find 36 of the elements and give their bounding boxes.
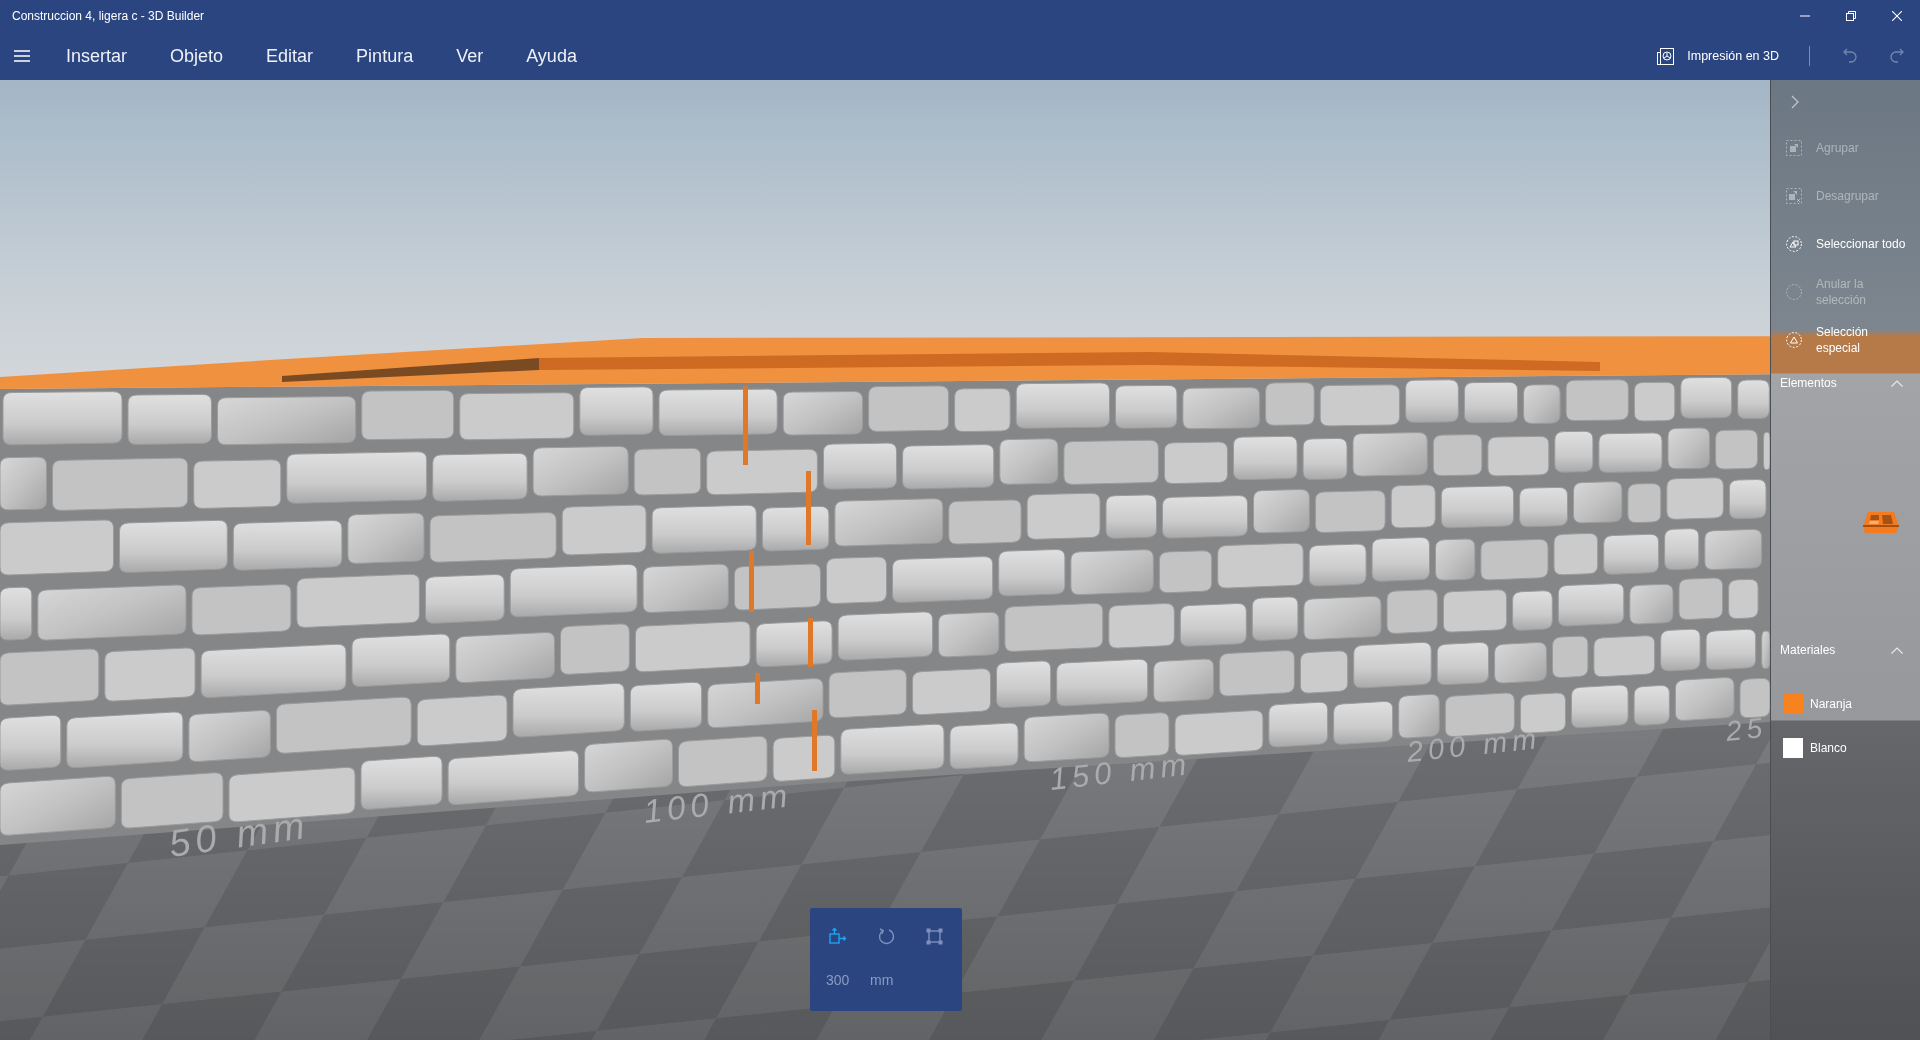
material-item[interactable]: Blanco <box>1771 726 1920 770</box>
menu-item[interactable]: Editar <box>265 40 315 72</box>
chevron-right-icon <box>1791 95 1799 109</box>
select-all-button[interactable]: Seleccionar todo <box>1771 220 1920 268</box>
framed-cube-icon <box>1657 47 1675 65</box>
minimize-icon <box>1800 15 1810 17</box>
ruler-label: 25 <box>1724 711 1769 747</box>
redo-arrow-icon <box>1889 48 1904 64</box>
menu-item[interactable]: Objeto <box>169 40 225 72</box>
size-input-field[interactable]: 300 <box>824 970 854 991</box>
tray-model-icon[interactable] <box>1862 510 1900 534</box>
section-header[interactable]: Materiales <box>1771 635 1920 665</box>
menu-item[interactable]: Insertar <box>65 40 129 72</box>
unit-label: mm <box>870 971 894 990</box>
move-arrows-icon <box>829 927 847 945</box>
section-header[interactable]: Elementos <box>1771 368 1920 398</box>
menu-item[interactable]: Ayuda <box>525 40 578 72</box>
undo-arrow-icon <box>1842 48 1857 64</box>
ruler-label: 50 mm <box>166 803 312 865</box>
dashed-circle-shapes-icon <box>1786 236 1802 252</box>
material-item[interactable]: Naranja <box>1771 682 1920 726</box>
ruler-label: 100 mm <box>641 776 795 830</box>
rotate-arrow-icon <box>877 927 895 945</box>
window-title: Construccion 4, ligera c - 3D Builder <box>11 8 206 25</box>
special-select-button[interactable]: Selección especial <box>1771 316 1920 364</box>
close-icon <box>1892 11 1902 21</box>
dashed-square-x-icon <box>1786 188 1802 204</box>
dashed-circle-icon <box>1786 284 1802 300</box>
restore-icon <box>1846 11 1856 21</box>
print-3d-button[interactable]: Impresión en 3D <box>1655 42 1781 70</box>
menu-item[interactable]: Ver <box>455 40 485 72</box>
hamburger-menu-icon <box>14 50 30 62</box>
scale-frame-icon <box>925 927 943 945</box>
dashed-square-shapes-icon <box>1786 140 1802 156</box>
menu-item[interactable]: Pintura <box>355 40 415 72</box>
ruler-label: 200 mm <box>1405 722 1543 768</box>
